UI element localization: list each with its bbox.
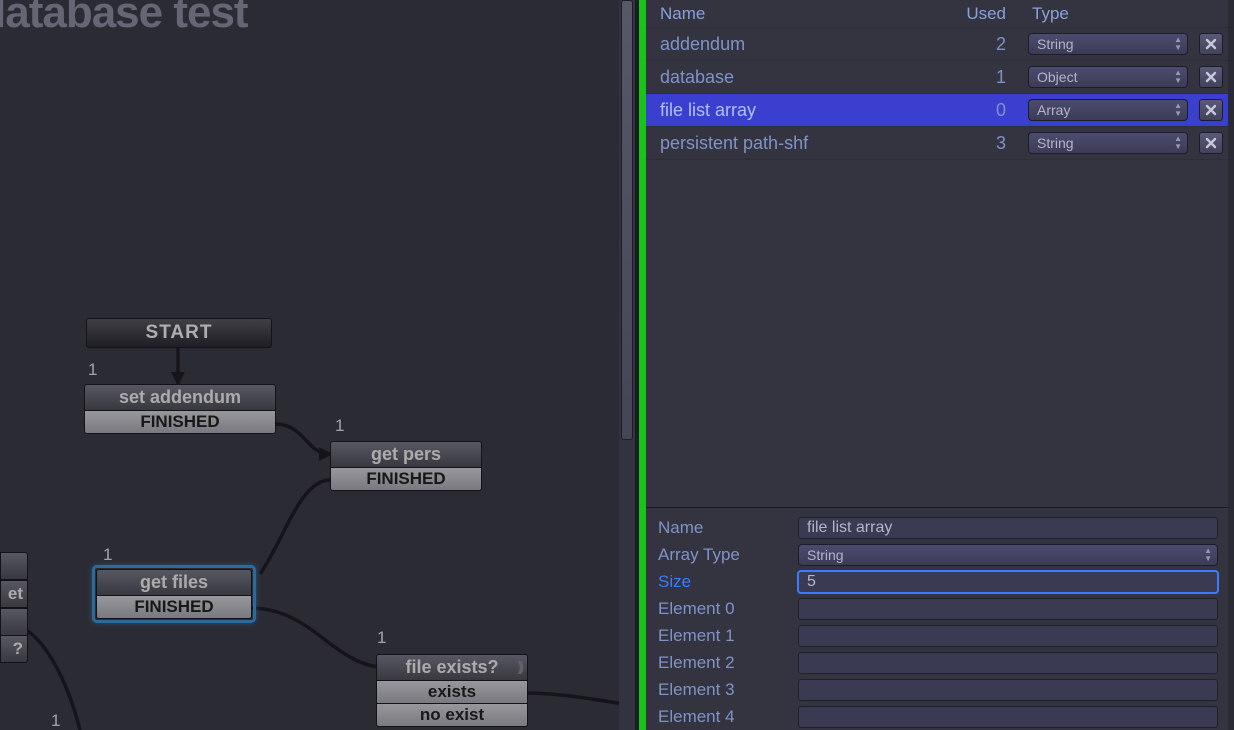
detail-element-field[interactable] [798,652,1218,674]
select-arrows-icon: ▲▼ [1204,547,1212,563]
variable-type-select[interactable]: String ▲▼ [1028,33,1188,55]
variable-table-empty-area[interactable] [646,160,1228,507]
variable-used-count: 0 [956,100,1024,121]
detail-label-array-type: Array Type [656,545,798,565]
canvas-title: latabase test [0,0,248,38]
node-start[interactable]: START [86,318,272,348]
node-get-files[interactable]: get files FINISHED [92,565,256,623]
node-offscreen-left[interactable]: et ? [0,552,28,663]
variable-detail-panel: Name file list array Array Type String ▲… [646,507,1228,730]
select-arrows-icon: ▲▼ [1174,69,1182,85]
delete-variable-button[interactable] [1199,99,1223,121]
variable-name: file list array [646,100,956,121]
detail-row-element: Element 0 [656,595,1218,622]
detail-array-type-select[interactable]: String ▲▼ [798,544,1218,566]
node-file-exists[interactable]: file exists? )) exists no exist [376,654,528,727]
detail-label-name: Name [656,518,798,538]
header-used[interactable]: Used [956,4,1024,24]
detail-label-element: Element 4 [656,707,798,727]
variable-type-value: String [1037,36,1074,52]
node-output-exists[interactable]: exists [376,681,528,704]
variable-name: database [646,67,956,88]
variable-type-select[interactable]: Array ▲▼ [1028,99,1188,121]
close-icon [1204,70,1218,84]
detail-row-size: Size 5 [656,568,1218,595]
variable-used-count: 1 [956,67,1024,88]
variable-row[interactable]: database1 Object ▲▼ [646,61,1228,94]
variable-name: persistent path-shf [646,133,956,154]
detail-row-element: Element 2 [656,649,1218,676]
detail-element-field[interactable] [798,706,1218,728]
node-set-addendum[interactable]: set addendum FINISHED [84,384,276,434]
signal-icon: )) [518,658,521,674]
active-panel-indicator [639,0,646,730]
detail-label-element: Element 0 [656,599,798,619]
variable-type-select[interactable]: Object ▲▼ [1028,66,1188,88]
close-icon [1204,103,1218,117]
node-start-label: START [86,318,272,348]
node-title: get pers [330,441,482,468]
detail-row-name: Name file list array [656,514,1218,541]
delete-variable-button[interactable] [1199,66,1223,88]
variable-name: addendum [646,34,956,55]
node-title: file exists? )) [376,654,528,681]
node-output[interactable]: FINISHED [84,411,276,434]
node-count: 1 [103,545,112,565]
delete-variable-button[interactable] [1199,132,1223,154]
detail-label-element: Element 2 [656,653,798,673]
variable-table: Name Used Type addendum2String▲▼database… [646,0,1228,160]
canvas-scrollbar[interactable] [619,0,635,730]
detail-size-field[interactable]: 5 [798,571,1218,593]
variable-table-header: Name Used Type [646,0,1228,28]
node-offscreen-row: et [0,580,28,608]
variable-row[interactable]: addendum2 String ▲▼ [646,28,1228,61]
detail-label-element: Element 1 [656,626,798,646]
variable-type-value: Object [1037,69,1077,85]
node-count: 1 [377,628,386,648]
canvas-scroll-thumb[interactable] [621,0,633,440]
header-type[interactable]: Type [1024,4,1194,24]
node-output[interactable]: FINISHED [330,468,482,491]
select-arrows-icon: ▲▼ [1174,36,1182,52]
variable-type-select[interactable]: String ▲▼ [1028,132,1188,154]
detail-element-field[interactable] [798,679,1218,701]
close-icon [1204,37,1218,51]
inspector-panel: Name Used Type addendum2String▲▼database… [646,0,1228,730]
variable-row[interactable]: persistent path-shf3 String ▲▼ [646,127,1228,160]
node-count: 1 [335,416,344,436]
detail-element-field[interactable] [798,625,1218,647]
detail-label-size: Size [656,572,798,592]
delete-variable-button[interactable] [1199,33,1223,55]
variable-type-value: String [1037,135,1074,151]
header-name[interactable]: Name [646,4,956,24]
node-count: 1 [88,360,97,380]
select-arrows-icon: ▲▼ [1174,102,1182,118]
detail-row-element: Element 3 [656,676,1218,703]
variable-used-count: 3 [956,133,1024,154]
select-arrows-icon: ▲▼ [1174,135,1182,151]
variable-used-count: 2 [956,34,1024,55]
variable-row[interactable]: file list array0 Array ▲▼ [646,94,1228,127]
variable-type-value: Array [1037,102,1070,118]
detail-row-element: Element 1 [656,622,1218,649]
node-get-pers[interactable]: get pers FINISHED [330,441,482,491]
detail-name-field[interactable]: file list array [798,517,1218,539]
detail-element-field[interactable] [798,598,1218,620]
node-offscreen-row: ? [0,636,28,663]
right-edge-strip [1228,0,1234,730]
node-output-noexist[interactable]: no exist [376,704,528,727]
detail-row-array-type: Array Type String ▲▼ [656,541,1218,568]
node-title: get files [96,569,252,596]
node-title: set addendum [84,384,276,411]
detail-row-element: Element 4 [656,703,1218,730]
detail-label-element: Element 3 [656,680,798,700]
graph-canvas[interactable]: latabase test START 1 set addendum FINIS… [0,0,635,730]
node-output[interactable]: FINISHED [96,596,252,619]
node-count: 1 [51,711,60,730]
close-icon [1204,136,1218,150]
